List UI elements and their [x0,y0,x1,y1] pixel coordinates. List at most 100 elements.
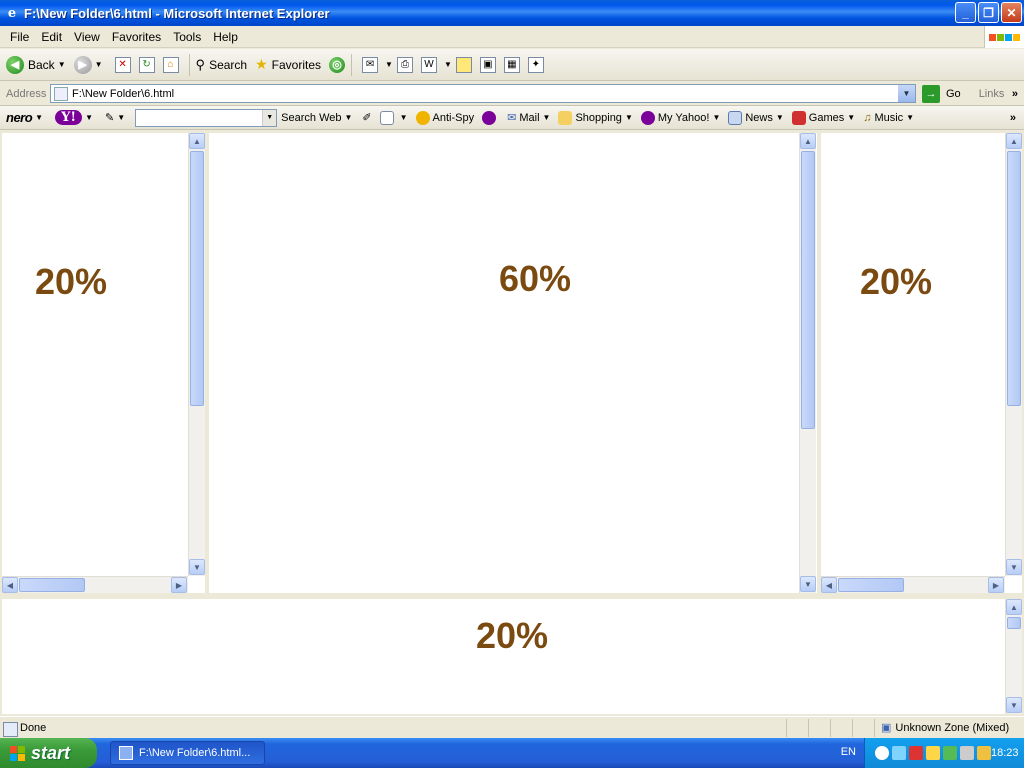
links-label[interactable]: Links [979,88,1005,100]
scroll-down-icon[interactable]: ▼ [1006,697,1022,713]
left-vertical-scrollbar[interactable]: ▲ ▼ [188,133,205,576]
scroll-down-icon[interactable]: ▼ [189,559,205,575]
toolbar-more-chevron-icon[interactable]: » [1010,112,1016,124]
menu-view[interactable]: View [68,30,106,44]
shopping-dropdown-icon[interactable]: ▼ [625,113,633,122]
menu-file[interactable]: File [4,30,35,44]
menu-favorites[interactable]: Favorites [106,30,167,44]
my-yahoo-dropdown-icon[interactable]: ▼ [712,113,720,122]
music-dropdown-icon[interactable]: ▼ [906,113,914,122]
forward-button[interactable]: ▶ ▼ [73,55,103,74]
taskbar-item-ie[interactable]: F:\New Folder\6.html... [110,741,265,765]
bottom-vertical-scrollbar[interactable]: ▲ ▼ [1005,599,1022,714]
language-indicator[interactable]: EN [841,746,856,758]
popup-blocker-button[interactable]: ▼ [379,110,408,125]
minimize-button[interactable]: _ [955,2,976,23]
go-button[interactable]: → Go [922,84,961,103]
mail-toolbar-button[interactable]: ✉ Mail ▼ [507,111,551,125]
address-input[interactable]: F:\New Folder\6.html ▼ [50,84,916,103]
yahoo-logo[interactable]: Y! [55,110,83,125]
search-web-dropdown-icon[interactable]: ▼ [344,113,352,122]
messenger-icon[interactable]: ▦ [503,56,520,73]
status-cell [808,718,830,737]
home-icon[interactable]: ⌂ [162,56,179,73]
scroll-thumb[interactable] [19,578,85,592]
media-icon[interactable]: ◎ [329,56,346,73]
mail-icon[interactable]: ✉ [362,56,379,73]
bottom-frame: 20% ▲ ▼ [2,599,1022,714]
title-bar[interactable]: e F:\New Folder\6.html - Microsoft Inter… [0,0,1024,26]
refresh-icon[interactable]: ↻ [138,56,155,73]
mail-dropdown-icon[interactable]: ▼ [385,60,393,69]
edit-word-icon[interactable]: W [420,56,437,73]
news-button[interactable]: News ▼ [728,110,784,125]
discuss-icon[interactable] [455,56,472,73]
favorites-button[interactable]: ★ Favorites [255,56,321,73]
scroll-down-icon[interactable]: ▼ [800,576,816,592]
search-button[interactable]: ⚲ Search [196,57,248,73]
nero-logo[interactable]: nero [6,110,33,125]
scroll-thumb[interactable] [1007,151,1021,406]
right-vertical-scrollbar[interactable]: ▲ ▼ [1005,133,1022,576]
back-dropdown-icon[interactable]: ▼ [58,60,66,69]
scroll-left-icon[interactable]: ◀ [821,577,837,593]
scroll-down-icon[interactable]: ▼ [1006,559,1022,575]
security-zone[interactable]: ▣ Unknown Zone (Mixed) [874,718,1024,737]
headphones-icon[interactable] [482,110,497,125]
scroll-up-icon[interactable]: ▲ [800,133,816,149]
shopping-button[interactable]: Shopping ▼ [558,110,633,125]
games-button[interactable]: Games ▼ [791,110,855,125]
my-yahoo-button[interactable]: My Yahoo! ▼ [640,110,720,125]
research-icon[interactable]: ▣ [479,56,496,73]
left-horizontal-scrollbar[interactable]: ◀ ▶ [2,576,188,593]
scroll-left-icon[interactable]: ◀ [2,577,18,593]
print-icon[interactable]: ⎙ [396,56,413,73]
yahoo-dropdown-icon[interactable]: ▼ [85,113,93,122]
search-web-button[interactable]: Search Web [281,112,341,124]
start-button[interactable]: start [0,738,97,768]
menu-help[interactable]: Help [207,30,244,44]
back-button[interactable]: ◀ Back ▼ [6,55,66,74]
scroll-up-icon[interactable]: ▲ [189,133,205,149]
tray-shield-icon[interactable] [909,746,923,760]
yahoo-search-input[interactable]: ▼ [135,108,278,127]
mail-tb-dropdown-icon[interactable]: ▼ [543,113,551,122]
clock[interactable]: 18:23 [991,747,1019,759]
scroll-thumb[interactable] [838,578,904,592]
anti-spy-button[interactable]: Anti-Spy [415,110,474,125]
popup-dropdown-icon[interactable]: ▼ [400,113,408,122]
forward-dropdown-icon[interactable]: ▼ [95,60,103,69]
links-chevron-icon[interactable]: » [1012,88,1018,100]
music-button[interactable]: ♫ Music ▼ [863,112,914,124]
tray-volume-icon[interactable] [960,746,974,760]
edit-dropdown-icon[interactable]: ▼ [444,60,452,69]
scroll-up-icon[interactable]: ▲ [1006,133,1022,149]
pencil-icon[interactable]: ✎ [105,111,114,124]
center-vertical-scrollbar[interactable]: ▲ ▼ [799,133,816,593]
menu-edit[interactable]: Edit [35,30,68,44]
tray-app-icon[interactable] [926,746,940,760]
scroll-right-icon[interactable]: ▶ [171,577,187,593]
tray-network-icon[interactable] [892,746,906,760]
tray-app-icon[interactable] [943,746,957,760]
search-dropdown-icon[interactable]: ▼ [262,109,277,126]
highlight-icon[interactable]: ✐ [362,111,371,124]
menu-tools[interactable]: Tools [167,30,207,44]
stop-icon[interactable]: ✕ [114,56,131,73]
scroll-up-icon[interactable]: ▲ [1006,599,1022,615]
news-dropdown-icon[interactable]: ▼ [776,113,784,122]
tools-icon[interactable]: ✦ [527,56,544,73]
close-button[interactable]: ✕ [1001,2,1022,23]
address-dropdown-icon[interactable]: ▼ [898,85,915,102]
maximize-button[interactable]: ❐ [978,2,999,23]
pencil-dropdown-icon[interactable]: ▼ [117,113,125,122]
nero-dropdown-icon[interactable]: ▼ [35,113,43,122]
scroll-thumb[interactable] [1007,617,1021,629]
games-dropdown-icon[interactable]: ▼ [847,113,855,122]
scroll-thumb[interactable] [801,151,815,429]
tray-message-icon[interactable] [977,746,991,760]
right-horizontal-scrollbar[interactable]: ◀ ▶ [821,576,1005,593]
scroll-right-icon[interactable]: ▶ [988,577,1004,593]
scroll-thumb[interactable] [190,151,204,406]
tray-arrow-icon[interactable] [875,746,889,760]
